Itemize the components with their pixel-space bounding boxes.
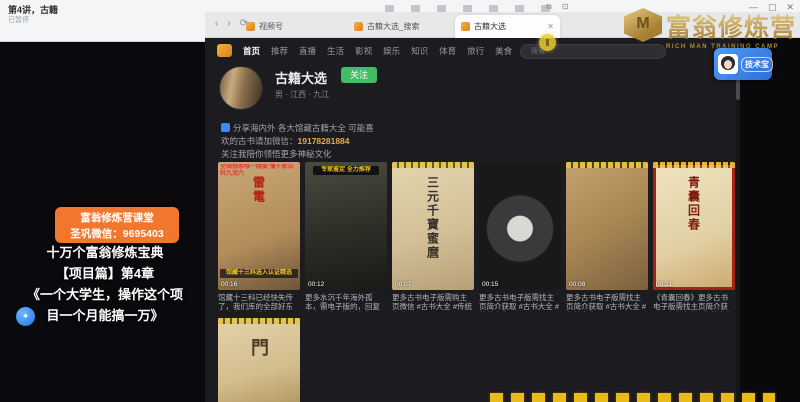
video-card[interactable]: 門 [218,318,300,402]
verified-icon [221,123,230,132]
video-card[interactable]: 青囊回春00:21 《青囊回春》更多古书电子版需找主页简介获取 #古书大全 #传… [653,162,735,312]
duration-badge: 00:12 [308,281,324,288]
tab-favicon [354,22,363,31]
duration-badge: 00:15 [482,281,498,288]
profile-meta: 男 · 江西 · 九江 [275,89,329,100]
back-icon[interactable]: ‹ [215,18,218,29]
video-card[interactable]: 00:08 更多古书电子版需找主页简介获取 #古书大全 #传统文化 [566,162,648,312]
tab-favicon [246,22,255,31]
video-caption: 更多古书电子版需购主页微信 #古书大全 #传统文化 [392,293,474,312]
tab-shipinhao[interactable]: 视频号 [240,15,345,38]
wechat-contact-badge: 富翁修炼营课堂 圣巩微信：9695403 [55,207,179,243]
site-logo-icon[interactable] [217,44,232,57]
layout-icons[interactable]: ⧉ ⊡ [546,2,573,12]
nav-item[interactable]: 直播 [299,45,316,57]
left-video-pane: 富翁修炼营课堂 圣巩微信：9695403 十万个富翁修炼宝典 【项目篇】第4章 … [0,42,205,402]
video-card[interactable]: 00:15 更多古书电子版需找主页简介获取 #古书大全 #传统文化 [479,162,561,312]
nav-item[interactable]: 推荐 [271,45,288,57]
tab-search[interactable]: 古籍大选_搜索 [348,15,453,38]
nav-item-home[interactable]: 首页 [243,45,260,57]
profile-name: 古籍大选 [275,68,327,87]
blue-gem-icon: ✦ [16,307,35,326]
nav-item[interactable]: 影视 [355,45,372,57]
tab-close-icon[interactable]: ✕ [547,22,554,31]
assistant-avatar [718,54,738,74]
wechat-number: 19178281884 [298,136,350,146]
assistant-label: 技术宝 [741,57,773,72]
clipped-subtitle-fragment [490,393,775,402]
recording-status: 已暂停 [8,15,29,25]
nav-item[interactable]: 体育 [439,45,456,57]
nav-item[interactable]: 美食 [495,45,512,57]
click-indicator [539,34,556,51]
forward-icon[interactable]: › [227,18,230,29]
duration-badge: 00:21 [656,281,672,288]
browser-tabstrip: ‹ › ⟳ 视频号 古籍大选_搜索 古籍大选 ✕ [205,12,800,38]
tab-favicon [461,22,470,31]
web-page: 首页 推荐 直播 生活 影视 娱乐 知识 体育 旅行 美食 游戏 音乐 搜索 古… [205,38,800,402]
lesson-title: 十万个富翁修炼宝典 【项目篇】第4章 《一个大学生，操作这个项 目一个月能搞一万… [14,242,196,326]
nav-item[interactable]: 生活 [327,45,344,57]
nav-item[interactable]: 娱乐 [383,45,400,57]
video-caption: 更多古书电子版需找主页简介获取 #古书大全 #传统文化 [479,293,561,312]
nav-item[interactable]: 旅行 [467,45,484,57]
video-grid: 全国独家唯一精要 懂千家百科九流六雷電馆藏十三科送入认证精选00:16 馆藏十三… [218,162,740,402]
video-caption: 《青囊回春》更多古书电子版需找主页简介获取 #古书大全 #传统文化 [653,293,735,312]
video-card[interactable]: 全国独家唯一精要 懂千家百科九流六雷電馆藏十三科送入认证精选00:16 馆藏十三… [218,162,300,312]
video-caption: 更多古书电子版需找主页简介获取 #古书大全 #传统文化 [566,293,648,312]
screen: 第4讲，古籍 已暂停 ⧉ ⊡ — ▢ ✕ ‹ › ⟳ 视频号 [0,0,800,402]
profile-bio: 分享海内外 各大馆藏古籍大全 可能喜 欢的古书请加微信：19178281884 … [221,122,471,161]
site-nav: 首页 推荐 直播 生活 影视 娱乐 知识 体育 旅行 美食 游戏 音乐 [217,44,568,57]
duration-badge: 00:07 [395,281,411,288]
page-gutter [740,38,800,402]
nav-item[interactable]: 知识 [411,45,428,57]
avatar[interactable] [219,66,263,110]
duration-badge: 00:16 [221,281,237,288]
duration-badge: 00:08 [569,281,585,288]
assistant-badge[interactable]: 技术宝 [714,48,772,80]
video-caption: 更多水沉千年海外孤本，需电子版的，回复古书大全 #传统文化 [305,293,387,312]
follow-button[interactable]: 关注 [341,67,377,83]
video-card[interactable]: 三元千寶蜜麿00:07 更多古书电子版需购主页微信 #古书大全 #传统文化 [392,162,474,312]
video-caption: 馆藏十三科已经快失传了，我们库的全部好东西太多了，懂行… [218,293,300,312]
video-card[interactable]: 专家鉴定 全力推荐00:12 更多水沉千年海外孤本，需电子版的，回复古书大全 #… [305,162,387,312]
